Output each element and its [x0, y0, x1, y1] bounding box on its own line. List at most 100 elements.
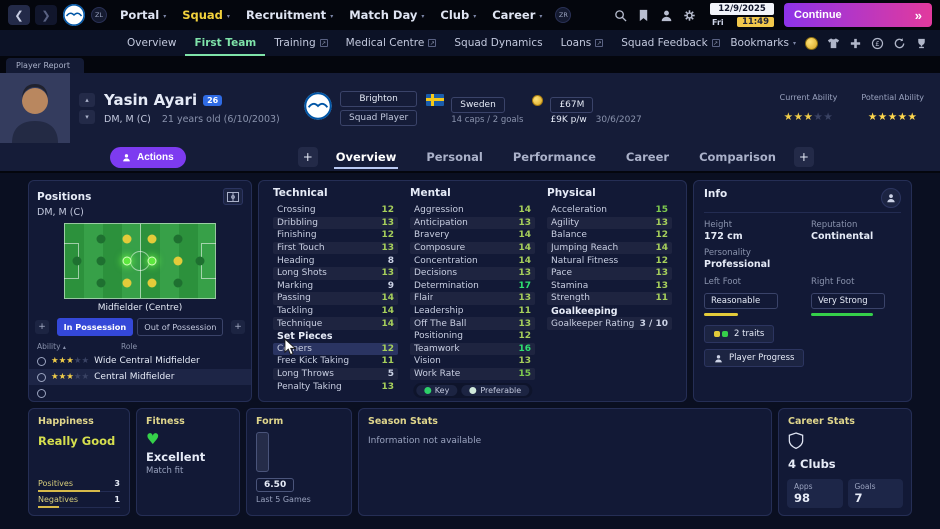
attribute-row-stamina[interactable]: Stamina13 [547, 280, 672, 293]
attribute-row-acceleration[interactable]: Acceleration15 [547, 204, 672, 217]
main-nav-item-squad[interactable]: Squad▾ [174, 0, 238, 30]
actions-button[interactable]: Actions [110, 147, 186, 168]
main-nav-item-match-day[interactable]: Match Day▾ [341, 0, 432, 30]
role-column-header[interactable]: Role [121, 342, 137, 351]
toggle-out-of-possession[interactable]: Out of Possession [137, 318, 223, 336]
bookmarks-dropdown[interactable]: Bookmarks ▾ [730, 37, 796, 49]
attribute-row-free-kick-taking[interactable]: Free Kick Taking11 [273, 355, 398, 368]
attribute-row-off-the-ball[interactable]: Off The Ball13 [410, 317, 535, 330]
player-profile-quick-button[interactable] [881, 188, 901, 208]
radio-icon[interactable] [37, 389, 46, 398]
attribute-row-heading[interactable]: Heading8 [273, 254, 398, 267]
add-view-right-icon[interactable]: + [794, 147, 814, 167]
attribute-row-work-rate[interactable]: Work Rate15 [410, 368, 535, 381]
attribute-row-tackling[interactable]: Tackling14 [273, 305, 398, 318]
attribute-row-marking[interactable]: Marking9 [273, 280, 398, 293]
refresh-icon[interactable] [893, 37, 906, 50]
tab-performance[interactable]: Performance [501, 143, 608, 171]
sub-nav-item-squad-feedback[interactable]: Squad Feedback↗ [612, 30, 728, 56]
player-progress-button[interactable]: Player Progress [704, 349, 804, 367]
sub-nav-item-first-team[interactable]: First Team [185, 30, 265, 56]
main-nav-item-portal[interactable]: Portal▾ [112, 0, 174, 30]
add-right-icon[interactable]: + [231, 320, 245, 334]
attribute-row-anticipation[interactable]: Anticipation13 [410, 217, 535, 230]
add-view-left-icon[interactable]: + [298, 147, 318, 167]
trophy-icon[interactable] [915, 37, 928, 50]
attribute-row-decisions[interactable]: Decisions13 [410, 267, 535, 280]
attribute-row-teamwork[interactable]: Teamwork16 [410, 343, 535, 356]
role-row[interactable]: ★★★★★Wide Central Midfielder [29, 353, 251, 369]
attribute-row-first-touch[interactable]: First Touch13 [273, 242, 398, 255]
attribute-row-pace[interactable]: Pace13 [547, 267, 672, 280]
attribute-row-composure[interactable]: Composure14 [410, 242, 535, 255]
forward-button[interactable]: ❯ [35, 5, 57, 25]
medical-cross-icon[interactable] [849, 37, 862, 50]
pitch-view-button[interactable] [223, 188, 243, 205]
radio-icon[interactable] [37, 357, 46, 366]
attribute-row-determination[interactable]: Determination17 [410, 280, 535, 293]
fitness-panel[interactable]: Fitness ♥ Excellent Match fit [136, 408, 240, 516]
toggle-in-possession[interactable]: In Possession [57, 318, 134, 336]
favourite-club-badge-icon[interactable] [805, 37, 818, 50]
attribute-row-bravery[interactable]: Bravery14 [410, 229, 535, 242]
main-nav-item-club[interactable]: Club▾ [432, 0, 484, 30]
club-crest-icon[interactable] [62, 3, 86, 27]
attribute-row-long-shots[interactable]: Long Shots13 [273, 267, 398, 280]
attribute-row-long-throws[interactable]: Long Throws5 [273, 368, 398, 381]
attribute-row-passing[interactable]: Passing14 [273, 292, 398, 305]
attribute-row-crossing[interactable]: Crossing12 [273, 204, 398, 217]
attribute-row-penalty-taking[interactable]: Penalty Taking13 [273, 380, 398, 393]
attribute-row-vision[interactable]: Vision13 [410, 355, 535, 368]
radio-icon[interactable] [37, 373, 46, 382]
attribute-row-aggression[interactable]: Aggression14 [410, 204, 535, 217]
previous-player-button[interactable]: ▴ [79, 93, 95, 107]
attribute-row-positioning[interactable]: Positioning12 [410, 330, 535, 343]
attribute-row-finishing[interactable]: Finishing12 [273, 229, 398, 242]
attribute-row-leadership[interactable]: Leadership11 [410, 305, 535, 318]
sub-nav-item-squad-dynamics[interactable]: Squad Dynamics [445, 30, 551, 56]
attribute-row-agility[interactable]: Agility13 [547, 217, 672, 230]
sub-nav-item-overview[interactable]: Overview [118, 30, 185, 56]
ability-column-header[interactable]: Ability ▴ [37, 342, 121, 351]
finances-coin-icon[interactable]: £ [871, 37, 884, 50]
add-left-icon[interactable]: + [35, 320, 49, 334]
traits-button[interactable]: 2 traits [704, 325, 774, 343]
continue-button[interactable]: Continue » [784, 3, 932, 27]
bookmark-icon[interactable] [637, 9, 650, 22]
back-button[interactable]: ❮ [8, 5, 30, 25]
role-row[interactable] [29, 385, 251, 401]
tab-comparison[interactable]: Comparison [687, 143, 788, 171]
nation-name[interactable]: Sweden [451, 97, 505, 113]
main-nav-item-career[interactable]: Career▾ [484, 0, 550, 30]
tab-career[interactable]: Career [614, 143, 681, 171]
main-nav-item-recruitment[interactable]: Recruitment▾ [238, 0, 341, 30]
attribute-row-dribbling[interactable]: Dribbling13 [273, 217, 398, 230]
attribute-row-corners[interactable]: Corners12 [273, 343, 398, 356]
attribute-row-concentration[interactable]: Concentration14 [410, 254, 535, 267]
attribute-row-strength[interactable]: Strength11 [547, 292, 672, 305]
season-stats-panel[interactable]: Season Stats Information not available [358, 408, 772, 516]
club-badge-icon[interactable] [303, 91, 333, 121]
club-name[interactable]: Brighton [340, 91, 417, 107]
attribute-row-technique[interactable]: Technique14 [273, 317, 398, 330]
tab-personal[interactable]: Personal [414, 143, 495, 171]
attribute-row-goalkeeper-rating[interactable]: Goalkeeper Rating3 / 10 [547, 317, 672, 330]
settings-gear-icon[interactable] [683, 9, 696, 22]
transfer-value[interactable]: £67M [550, 97, 593, 113]
role-row[interactable]: ★★★★★Central Midfielder [29, 369, 251, 385]
search-icon[interactable] [614, 9, 627, 22]
attribute-row-flair[interactable]: Flair13 [410, 292, 535, 305]
profile-icon[interactable] [660, 9, 673, 22]
happiness-panel[interactable]: Happiness Really Good Positives3Negative… [28, 408, 130, 516]
player-report-tab[interactable]: Player Report [6, 58, 84, 73]
attribute-row-jumping-reach[interactable]: Jumping Reach14 [547, 242, 672, 255]
sub-nav-item-training[interactable]: Training↗ [265, 30, 336, 56]
attribute-row-balance[interactable]: Balance12 [547, 229, 672, 242]
sub-nav-item-loans[interactable]: Loans↗ [552, 30, 613, 56]
tab-overview[interactable]: Overview [324, 143, 409, 171]
form-panel[interactable]: Form 6.50 Last 5 Games [246, 408, 352, 516]
kit-shirt-icon[interactable] [827, 37, 840, 50]
next-player-button[interactable]: ▾ [79, 110, 95, 124]
squad-status[interactable]: Squad Player [340, 110, 417, 126]
sub-nav-item-medical-centre[interactable]: Medical Centre↗ [337, 30, 446, 56]
